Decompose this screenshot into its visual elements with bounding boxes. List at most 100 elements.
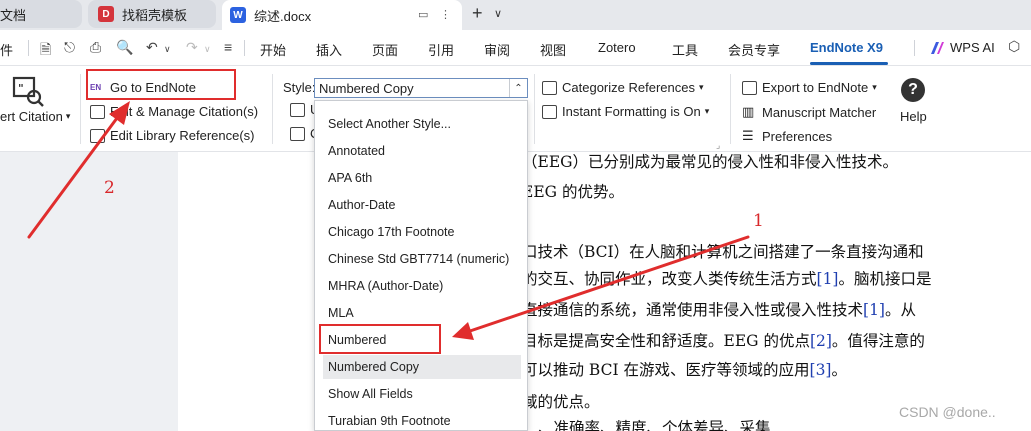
gear-icon[interactable]: ⬡ [1008,38,1020,55]
categorize-label: Categorize References [562,80,695,95]
citation-link[interactable]: [3] [810,361,832,379]
save-icon[interactable]: 🗎 [40,39,51,63]
menu-home[interactable]: 开始 [260,40,286,59]
instant-formatting-icon [542,104,557,119]
preferences-label: Preferences [762,128,833,144]
more-dots-icon[interactable]: ⋮ [440,8,451,21]
svg-text:": " [18,82,24,95]
redo-chevron-icon[interactable]: ∨ [204,44,211,55]
undo-icon[interactable]: ↶ [146,39,158,56]
tab-docs-label: 文档 [0,7,27,23]
customize-quick-access-icon[interactable]: ≡ [224,39,232,55]
doc-text: 的交互、协同作业，改变人类传统生活方式 [522,270,817,288]
menu-references[interactable]: 引用 [428,40,454,59]
print-preview-icon[interactable]: 🔍 [116,39,133,56]
menu-review[interactable]: 审阅 [484,40,510,59]
divider [80,74,81,144]
annotation-box-go-to-endnote [86,69,236,100]
style-option[interactable]: Show All Fields [323,382,521,406]
divider [534,74,535,144]
menu-insert[interactable]: 插入 [316,40,342,59]
style-option[interactable]: MHRA (Author-Date) [323,274,521,298]
divider [244,40,245,56]
tab-templates[interactable]: D 找稻壳模板 [88,0,216,28]
help-icon[interactable]: ? [901,78,925,102]
style-option[interactable]: APA 6th [323,166,521,190]
sliders-icon: ☰ [742,128,754,143]
tab-bar: 文档 D 找稻壳模板 W 综述.docx ▭ ⋮ + ∨ [0,0,1031,30]
style-option[interactable]: Annotated [323,139,521,163]
style-option[interactable]: Chicago 17th Footnote [323,220,521,244]
style-option[interactable]: MLA [323,301,521,325]
doc-text-line: （EEG）已分别成为最常见的侵入性和非侵入性技术。 [522,153,899,171]
menu-wps-ai[interactable]: WPS AI [950,40,995,55]
divider [914,40,915,56]
divider [730,74,731,144]
style-select-value: Numbered Copy [319,80,414,96]
style-select[interactable]: Numbered Copy ⌃ [314,78,528,98]
style-option[interactable]: Author-Date [323,193,521,217]
insert-citation-icon[interactable]: " [12,76,46,108]
menu-zotero[interactable]: Zotero [598,40,636,55]
style-option[interactable]: Chinese Std GBT7714 (numeric) [323,247,521,271]
insert-citation-button[interactable]: ert Citation ▾ [0,109,70,124]
edit-manage-citations-button[interactable]: Edit & Manage Citation(s) [90,104,258,119]
tab-list-chevron-icon[interactable]: ∨ [494,7,502,20]
doc-text: 。值得注意的 [831,332,925,350]
doc-text: 。脑机接口是 [838,270,932,288]
manuscript-matcher-button[interactable]: ▥ Manuscript Matcher [742,104,876,120]
annotation-label-2: 2 [104,178,115,198]
doc-text: 。 [831,361,847,379]
style-option[interactable]: Turabian 9th Footnote [323,409,521,431]
chevron-up-icon[interactable]: ⌃ [509,79,527,97]
menu-membership[interactable]: 会员专享 [728,40,780,59]
undo-chevron-icon[interactable]: ∨ [164,44,171,55]
redo-icon[interactable]: ↷ [186,39,198,56]
edit-manage-label: Edit & Manage Citation(s) [110,104,259,119]
export-icon [742,80,757,95]
edit-library-reference-button[interactable]: Edit Library Reference(s) [90,128,255,143]
help-button[interactable]: Help [900,109,927,124]
doc-text-line: 可以推动 BCI 在游戏、医疗等领域的应用[3]。 [522,358,847,380]
menu-endnote[interactable]: EndNote X9 [810,40,883,55]
categorize-references-button[interactable]: Categorize References ▾ [542,80,704,95]
export-pdf-icon[interactable]: ⎋ [64,39,75,56]
bar-chart-icon: ▥ [742,104,755,119]
style-option-selected[interactable]: Numbered Copy [323,355,521,379]
chevron-down-icon: ▾ [698,82,704,92]
print-icon[interactable]: ⎙ [90,39,101,56]
menu-view[interactable]: 视图 [540,40,566,59]
doc-text-line: 域的优点。 [522,393,600,411]
preferences-button[interactable]: ☰ Preferences [742,128,832,144]
citation-link[interactable]: [1] [863,301,885,319]
edit-library-icon [90,128,105,143]
menu-row: 件 🗎 ⎋ ⎙ 🔍 ↶ ∨ ↷ ∨ ≡ 开始 插入 页面 引用 审阅 视图 Zo… [0,30,1031,66]
menu-page[interactable]: 页面 [372,40,398,59]
style-label: Style: [283,80,316,95]
window-icon[interactable]: ▭ [418,8,428,21]
chevron-down-icon: ▾ [704,106,710,116]
insert-citation-label: ert Citation [0,109,63,124]
menu-tools[interactable]: 工具 [672,40,698,59]
tab-document[interactable]: W 综述.docx ▭ ⋮ [222,0,462,30]
style-option[interactable]: Select Another Style... [323,112,521,136]
update-citations-icon [290,102,305,117]
new-tab-plus-icon[interactable]: + [472,3,483,24]
tab-templates-label: 找稻壳模板 [122,7,188,23]
instant-formatting-button[interactable]: Instant Formatting is On ▾ [542,104,709,119]
citation-link[interactable]: [1] [817,270,839,288]
divider [28,40,29,56]
tab-docs[interactable]: 文档 [0,0,82,28]
watermark: CSDN @done.. [899,404,996,420]
style-dropdown: Select Another Style... Annotated APA 6t… [314,100,528,431]
tab-document-label: 综述.docx [254,8,312,24]
annotation-box-numbered [319,324,441,354]
citation-link[interactable]: [2] [810,332,832,350]
convert-citations-icon [290,126,305,141]
doc-text-line: EEG 的优势。 [522,183,624,201]
menu-file[interactable]: 件 [0,40,13,59]
doc-text-line: 直接通信的系统，通常使用非侵入性或侵入性技术[1]。从 [522,298,916,320]
export-to-endnote-button[interactable]: Export to EndNote ▾ [742,80,877,95]
edit-citation-icon [90,104,105,119]
edit-library-label: Edit Library Reference(s) [110,128,255,143]
